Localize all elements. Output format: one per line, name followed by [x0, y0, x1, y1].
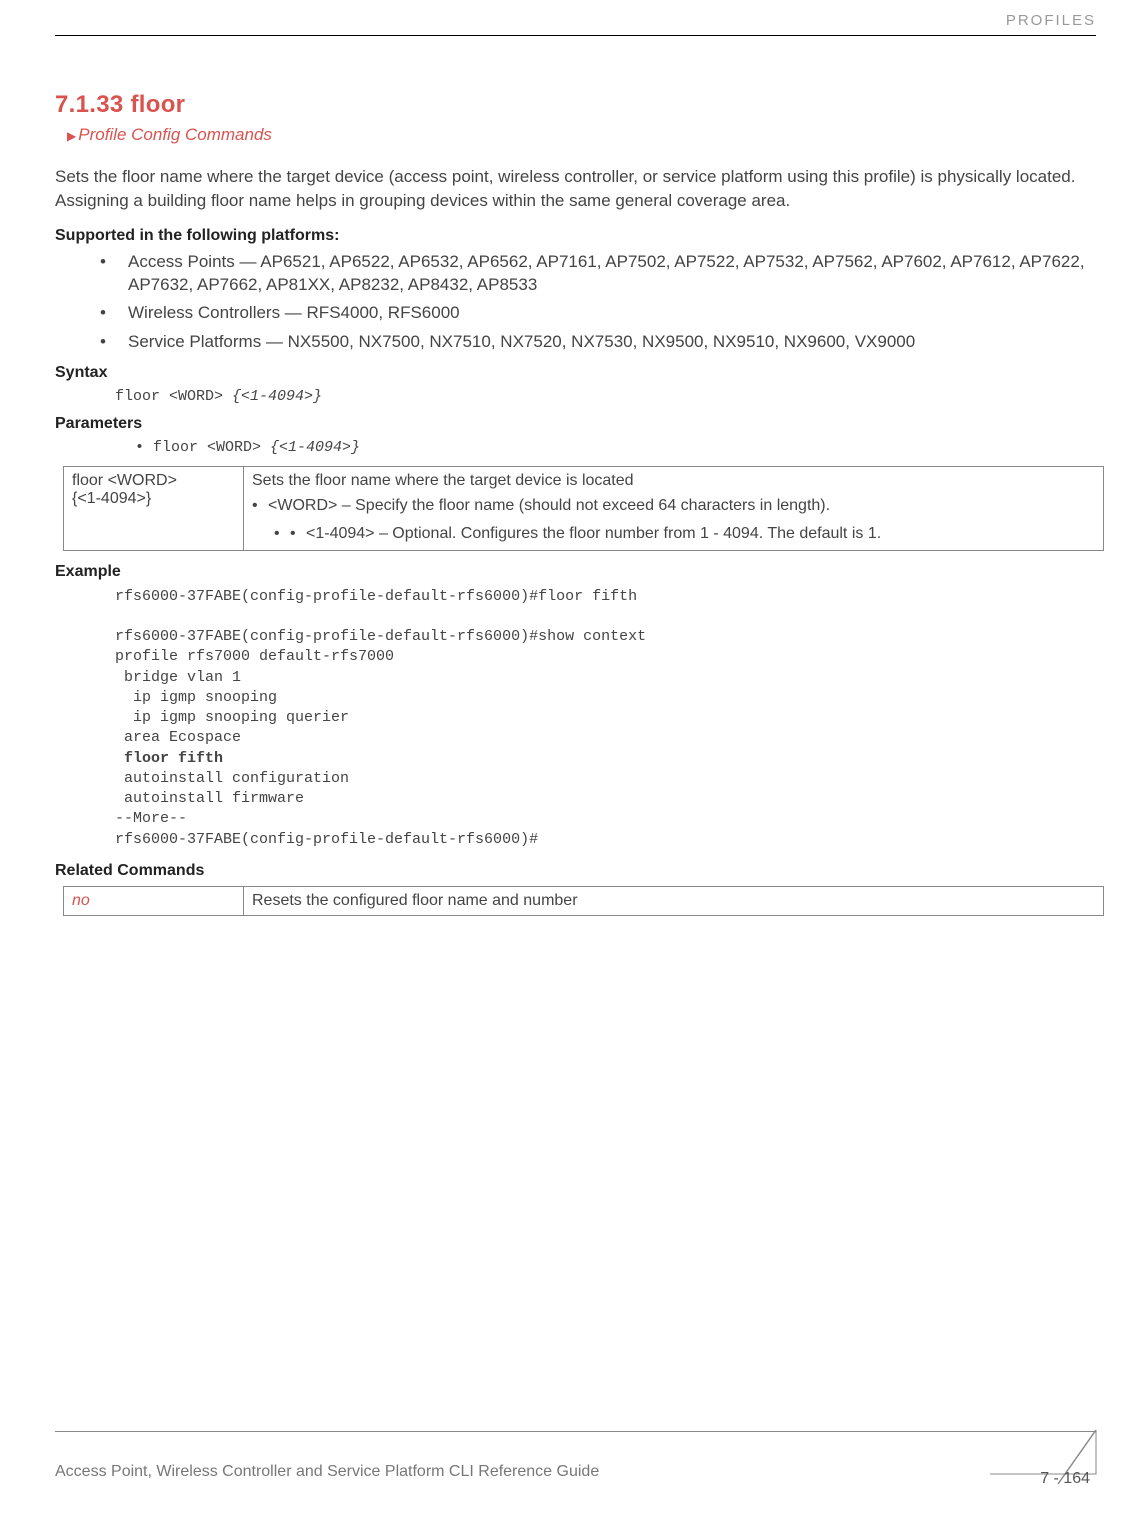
example-line: ip igmp snooping querier [115, 709, 349, 726]
param-line-plain: floor <WORD> [153, 439, 270, 456]
related-commands-table: no Resets the configured floor name and … [63, 886, 1104, 916]
breadcrumb-text: Profile Config Commands [78, 125, 272, 144]
param-desc-b2-text: <1-4094> – Optional. Configures the floo… [290, 522, 1095, 545]
example-heading: Example [55, 563, 1096, 581]
syntax-optional: {<1-4094>} [232, 388, 322, 405]
example-line-highlight: floor fifth [115, 750, 223, 767]
footer-rule [55, 1431, 1096, 1432]
example-line: bridge vlan 1 [115, 669, 241, 686]
header-rule [55, 35, 1096, 36]
parameters-heading: Parameters [55, 415, 1096, 433]
param-desc-b1: <WORD> – Specify the floor name (should … [252, 494, 1095, 517]
example-line: autoinstall configuration [115, 770, 349, 787]
param-desc-cell: Sets the floor name where the target dev… [244, 467, 1104, 550]
example-line: --More-- [115, 810, 187, 827]
page-footer: Access Point, Wireless Controller and Se… [0, 1431, 1126, 1494]
breadcrumb-arrow-icon: ▶ [67, 129, 76, 143]
header-category: PROFILES [55, 12, 1096, 29]
intro-paragraph: Sets the floor name where the target dev… [55, 165, 1096, 213]
related-cmd-cell: no [64, 886, 244, 915]
param-desc-b2: <1-4094> – Optional. Configures the floo… [274, 522, 1095, 545]
list-item: Access Points — AP6521, AP6522, AP6532, … [100, 251, 1096, 297]
param-name-l2: {<1-4094>} [72, 490, 151, 507]
example-line: rfs6000-37FABE(config-profile-default-rf… [115, 628, 646, 645]
param-desc-intro: Sets the floor name where the target dev… [252, 472, 634, 489]
related-cmd-link[interactable]: no [72, 892, 90, 909]
syntax-heading: Syntax [55, 364, 1096, 382]
example-line: rfs6000-37FABE(config-profile-default-rf… [115, 831, 538, 848]
parameters-table: floor <WORD> {<1-4094>} Sets the floor n… [63, 466, 1104, 550]
related-desc-cell: Resets the configured floor name and num… [244, 886, 1104, 915]
syntax-command: floor <WORD> {<1-4094>} [115, 388, 1096, 405]
param-line-optional: {<1-4094>} [270, 439, 360, 456]
example-line: autoinstall firmware [115, 790, 304, 807]
example-block: rfs6000-37FABE(config-profile-default-rf… [115, 587, 1096, 850]
parameters-line: floor <WORD> {<1-4094>} [135, 439, 1096, 456]
breadcrumb[interactable]: ▶Profile Config Commands [67, 125, 1096, 145]
related-heading: Related Commands [55, 862, 1096, 880]
table-row: floor <WORD> {<1-4094>} Sets the floor n… [64, 467, 1104, 550]
example-line: profile rfs7000 default-rfs7000 [115, 648, 394, 665]
list-item: Wireless Controllers — RFS4000, RFS6000 [100, 302, 1096, 325]
example-line: area Ecospace [115, 729, 241, 746]
section-title: 7.1.33 floor [55, 91, 1096, 119]
example-line: ip igmp snooping [115, 689, 277, 706]
page-number: 7 - 164 [1040, 1470, 1090, 1488]
syntax-plain: floor <WORD> [115, 388, 232, 405]
supported-list: Access Points — AP6521, AP6522, AP6532, … [100, 251, 1096, 355]
footer-doc-title: Access Point, Wireless Controller and Se… [55, 1463, 599, 1481]
table-row: no Resets the configured floor name and … [64, 886, 1104, 915]
example-line: rfs6000-37FABE(config-profile-default-rf… [115, 588, 637, 605]
supported-heading: Supported in the following platforms: [55, 227, 1096, 245]
param-name-cell: floor <WORD> {<1-4094>} [64, 467, 244, 550]
page-number-box: 7 - 164 [986, 1450, 1096, 1494]
param-name-l1: floor <WORD> [72, 472, 177, 489]
list-item: Service Platforms — NX5500, NX7500, NX75… [100, 331, 1096, 354]
